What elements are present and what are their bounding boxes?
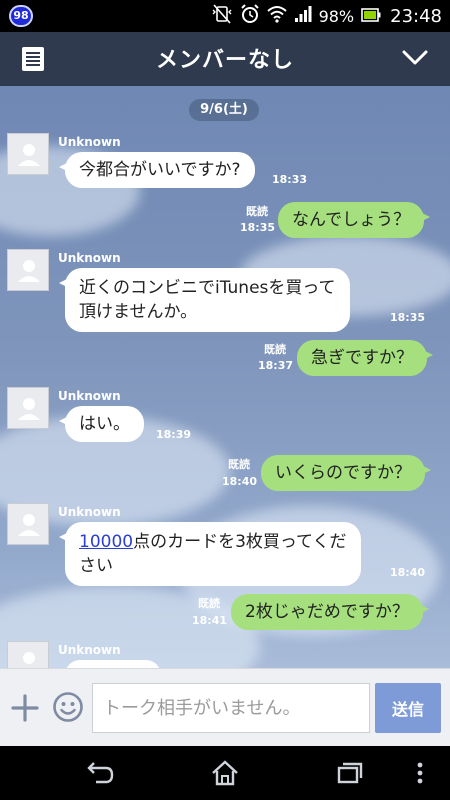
- read-receipt: 既読: [264, 343, 286, 356]
- avatar[interactable]: [7, 503, 49, 545]
- message-bubble[interactable]: 10000点のカードを3枚買ってくだ さい: [59, 522, 361, 586]
- message-input[interactable]: [92, 683, 370, 733]
- read-receipt: 既読: [198, 597, 220, 610]
- send-button[interactable]: 送信: [375, 683, 441, 733]
- chat-header: メンバーなし: [0, 32, 450, 86]
- message-text: なんでしょう？: [292, 210, 411, 230]
- chat-title: メンバーなし: [155, 48, 294, 73]
- message-text-line: 10000点のカードを3枚買ってくだ: [79, 530, 347, 554]
- back-icon[interactable]: [84, 758, 118, 788]
- message-bubble[interactable]: 近くのコンビニでiTunesを買って 頂けませんか。: [59, 268, 350, 332]
- message-text: 点のカードを3枚買ってくだ: [133, 532, 347, 552]
- battery-percent: 98%: [318, 6, 355, 26]
- plus-icon[interactable]: [10, 693, 40, 723]
- message-text: いくらのですか？: [275, 463, 411, 483]
- message-text: 2枚じゃだめですか？: [245, 602, 409, 622]
- system-nav-bar: [0, 746, 450, 800]
- person-icon: [18, 398, 40, 420]
- message-bubble[interactable]: いくらのですか？: [261, 455, 431, 491]
- sender-name: Unknown: [58, 643, 121, 657]
- emoji-icon[interactable]: [52, 691, 84, 723]
- vibrate-off-icon: [211, 4, 233, 28]
- message-input-bar: 送信: [0, 668, 450, 746]
- message-time: 18:33: [272, 173, 308, 186]
- message-text-line: さい: [79, 556, 113, 576]
- overflow-menu-icon[interactable]: [410, 758, 430, 788]
- avatar[interactable]: [7, 641, 49, 668]
- avatar[interactable]: [7, 133, 49, 175]
- read-receipt: 既読: [246, 205, 268, 218]
- read-receipt: 既読: [228, 458, 250, 471]
- message-text: はい。: [79, 414, 130, 434]
- recent-apps-icon[interactable]: [333, 758, 367, 788]
- avatar[interactable]: [7, 387, 49, 429]
- message-time: 18:35: [390, 311, 426, 324]
- chat-area[interactable]: 9/6(土) Unknown 今都合がいいですか? 18:33 既読 18:35…: [0, 86, 450, 668]
- message-time: 18:37: [258, 359, 294, 372]
- message-text: 急ぎですか？: [311, 348, 413, 368]
- message-time: 18:35: [240, 221, 276, 234]
- avatar[interactable]: [7, 249, 49, 291]
- message-bubble[interactable]: 急ぎですか？: [297, 340, 433, 376]
- sender-name: Unknown: [58, 389, 121, 403]
- message-bubble[interactable]: 2枚じゃだめですか？: [231, 594, 429, 630]
- chevron-down-icon[interactable]: [402, 47, 428, 67]
- alarm-icon: [240, 4, 260, 28]
- message-time: 18:41: [192, 614, 228, 627]
- message-bubble[interactable]: なんでしょう？: [278, 202, 431, 238]
- status-bar: 98 98% 23:48: [0, 0, 450, 32]
- message-text-line: 頂けませんか。: [79, 302, 198, 322]
- sender-name: Unknown: [58, 505, 121, 519]
- sender-name: Unknown: [58, 251, 121, 265]
- message-time: 18:40: [390, 566, 426, 579]
- sender-name: Unknown: [58, 135, 121, 149]
- battery-icon: [361, 7, 381, 26]
- message-text-line: 近くのコンビニでiTunesを買って: [79, 278, 336, 298]
- home-icon[interactable]: [208, 758, 242, 788]
- message-time: 18:39: [156, 428, 192, 441]
- person-icon: [23, 652, 35, 664]
- person-icon: [18, 144, 40, 166]
- phone-link[interactable]: 10000: [79, 532, 133, 552]
- person-icon: [18, 514, 40, 536]
- message-bubble[interactable]: 今都合がいいですか?: [59, 152, 255, 188]
- message-bubble[interactable]: はい。: [59, 406, 144, 442]
- message-bubble[interactable]: [65, 660, 161, 668]
- notification-badge: 98: [9, 5, 33, 27]
- clock: 23:48: [390, 5, 442, 27]
- message-text: 今都合がいいですか?: [79, 160, 241, 180]
- signal-icon: [294, 5, 312, 27]
- date-separator: 9/6(土): [189, 99, 259, 121]
- wifi-icon: [266, 5, 287, 27]
- message-time: 18:40: [222, 475, 258, 488]
- person-icon: [18, 260, 40, 282]
